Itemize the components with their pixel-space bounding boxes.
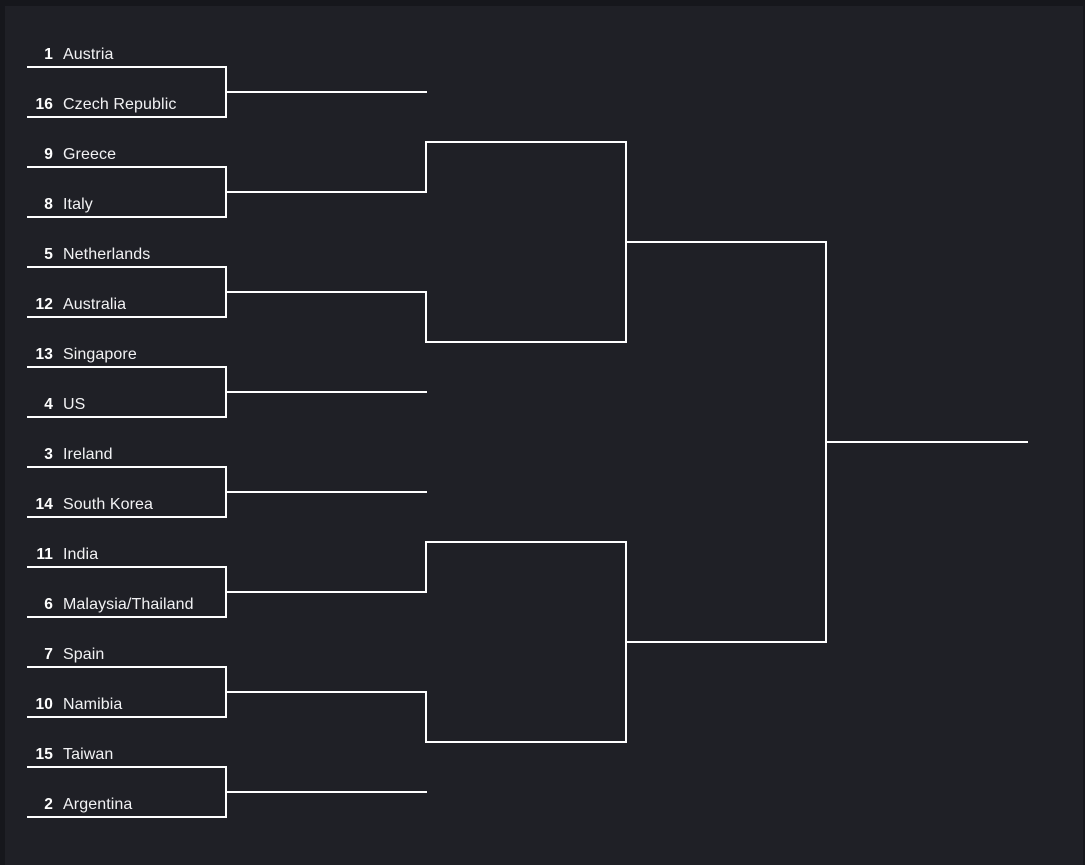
bracket-slot-r2-3[interactable] bbox=[437, 308, 447, 342]
seed-number: 14 bbox=[35, 496, 53, 513]
team-name: Namibia bbox=[63, 696, 123, 713]
bracket-line-r1-m5-bottom bbox=[27, 516, 227, 518]
bracket-line-r2-m1-right bbox=[425, 141, 427, 193]
bracket-line-r1-m7-bottom bbox=[27, 716, 227, 718]
bracket-line-r1-m3-top bbox=[27, 266, 227, 268]
bracket-slot-r2-5[interactable] bbox=[437, 508, 447, 542]
bracket-line-r3-m2-out bbox=[625, 641, 827, 643]
bracket-line-r1-m8-bottom bbox=[27, 816, 227, 818]
team-name: Spain bbox=[63, 646, 105, 663]
bracket-line-r2-m4-out bbox=[425, 741, 627, 743]
team-name: India bbox=[63, 546, 99, 563]
seed-number: 7 bbox=[44, 646, 53, 663]
bracket-slot-r4-2[interactable] bbox=[837, 608, 847, 642]
team-name: Australia bbox=[63, 296, 127, 313]
bracket-line-r1-m1-bottom bbox=[27, 116, 227, 118]
bracket-line-r3-m1-out bbox=[625, 241, 827, 243]
bracket-slot-r3-3[interactable] bbox=[637, 558, 647, 592]
seed-number: 2 bbox=[44, 796, 53, 813]
seed-number: 9 bbox=[44, 146, 53, 163]
team-name: Czech Republic bbox=[63, 96, 177, 113]
seed-number: 1 bbox=[44, 46, 53, 63]
seed-number: 13 bbox=[35, 346, 53, 363]
bracket-line-r1-m2-bottom bbox=[27, 216, 227, 218]
seed-number: 8 bbox=[44, 196, 53, 213]
seed-number: 16 bbox=[35, 96, 53, 113]
team-name: South Korea bbox=[63, 496, 154, 513]
team-name: Ireland bbox=[63, 446, 113, 463]
bracket-line-r2-m1-bottom bbox=[225, 191, 427, 193]
bracket-slot-r4-1[interactable] bbox=[837, 258, 847, 292]
team-name: Argentina bbox=[63, 796, 133, 813]
team-name: Singapore bbox=[63, 346, 137, 363]
seed-number: 11 bbox=[36, 546, 53, 563]
bracket-line-r1-m5-top bbox=[27, 466, 227, 468]
bracket-slot-r3-2[interactable] bbox=[637, 308, 647, 342]
bracket-line-r2-m4-top bbox=[225, 691, 427, 693]
bracket-slot-r2-4[interactable] bbox=[437, 358, 447, 392]
bracket-line-r1-m7-top bbox=[27, 666, 227, 668]
team-name: Malaysia/Thailand bbox=[63, 596, 194, 613]
bracket-line-r2-m1-out bbox=[425, 141, 627, 143]
bracket-slot-champion[interactable] bbox=[837, 408, 847, 442]
bracket-line-r2-m3-right bbox=[425, 541, 427, 593]
team-name: US bbox=[63, 396, 86, 413]
bracket-line-r1-m8-top bbox=[27, 766, 227, 768]
bracket-slot-r2-1[interactable] bbox=[437, 108, 447, 142]
bracket-line-r2-m4-right bbox=[425, 691, 427, 743]
bracket-slot-r2-2[interactable] bbox=[437, 158, 447, 192]
bracket-line-r2-m2-bottom bbox=[225, 391, 427, 393]
bracket-line-r1-m2-top bbox=[27, 166, 227, 168]
team-name: Greece bbox=[63, 146, 117, 163]
seed-number: 4 bbox=[44, 396, 53, 413]
team-name: Austria bbox=[63, 46, 114, 63]
bracket-line-r2-m4-bottom bbox=[225, 791, 427, 793]
bracket-line-r2-m3-out bbox=[425, 541, 627, 543]
seed-number: 3 bbox=[44, 446, 53, 463]
bracket-line-r1-m4-top bbox=[27, 366, 227, 368]
bracket-slot-r2-8[interactable] bbox=[437, 758, 447, 792]
bracket-canvas: 1 Austria 16 Czech Republic 9 Greece 8 I… bbox=[5, 6, 1083, 865]
bracket-line-r2-m1-top bbox=[225, 91, 427, 93]
team-name: Taiwan bbox=[63, 746, 114, 763]
bracket-line-r2-m2-top bbox=[225, 291, 427, 293]
bracket-slot-r3-4[interactable] bbox=[637, 708, 647, 742]
bracket-line-r1-m4-bottom bbox=[27, 416, 227, 418]
seed-number: 10 bbox=[35, 696, 53, 713]
seed-number: 15 bbox=[35, 746, 53, 763]
seed-number: 6 bbox=[44, 596, 53, 613]
bracket-slot-r2-7[interactable] bbox=[437, 708, 447, 742]
bracket-line-r2-m3-top bbox=[225, 491, 427, 493]
seed-number: 12 bbox=[35, 296, 53, 313]
bracket-line-r2-m3-bottom bbox=[225, 591, 427, 593]
team-name: Italy bbox=[63, 196, 93, 213]
bracket-slot-r3-1[interactable] bbox=[637, 158, 647, 192]
team-name: Netherlands bbox=[63, 246, 151, 263]
bracket-line-r2-m2-right bbox=[425, 291, 427, 343]
seed-number: 5 bbox=[44, 246, 53, 263]
bracket-line-r2-m2-out bbox=[425, 341, 627, 343]
bracket-line-r1-m3-bottom bbox=[27, 316, 227, 318]
bracket-line-r1-m6-bottom bbox=[27, 616, 227, 618]
bracket-line-r1-m1-top bbox=[27, 66, 227, 68]
bracket-slot-r2-6[interactable] bbox=[437, 558, 447, 592]
bracket-line-r4-champion-out bbox=[825, 441, 1028, 443]
bracket-line-r1-m6-top bbox=[27, 566, 227, 568]
